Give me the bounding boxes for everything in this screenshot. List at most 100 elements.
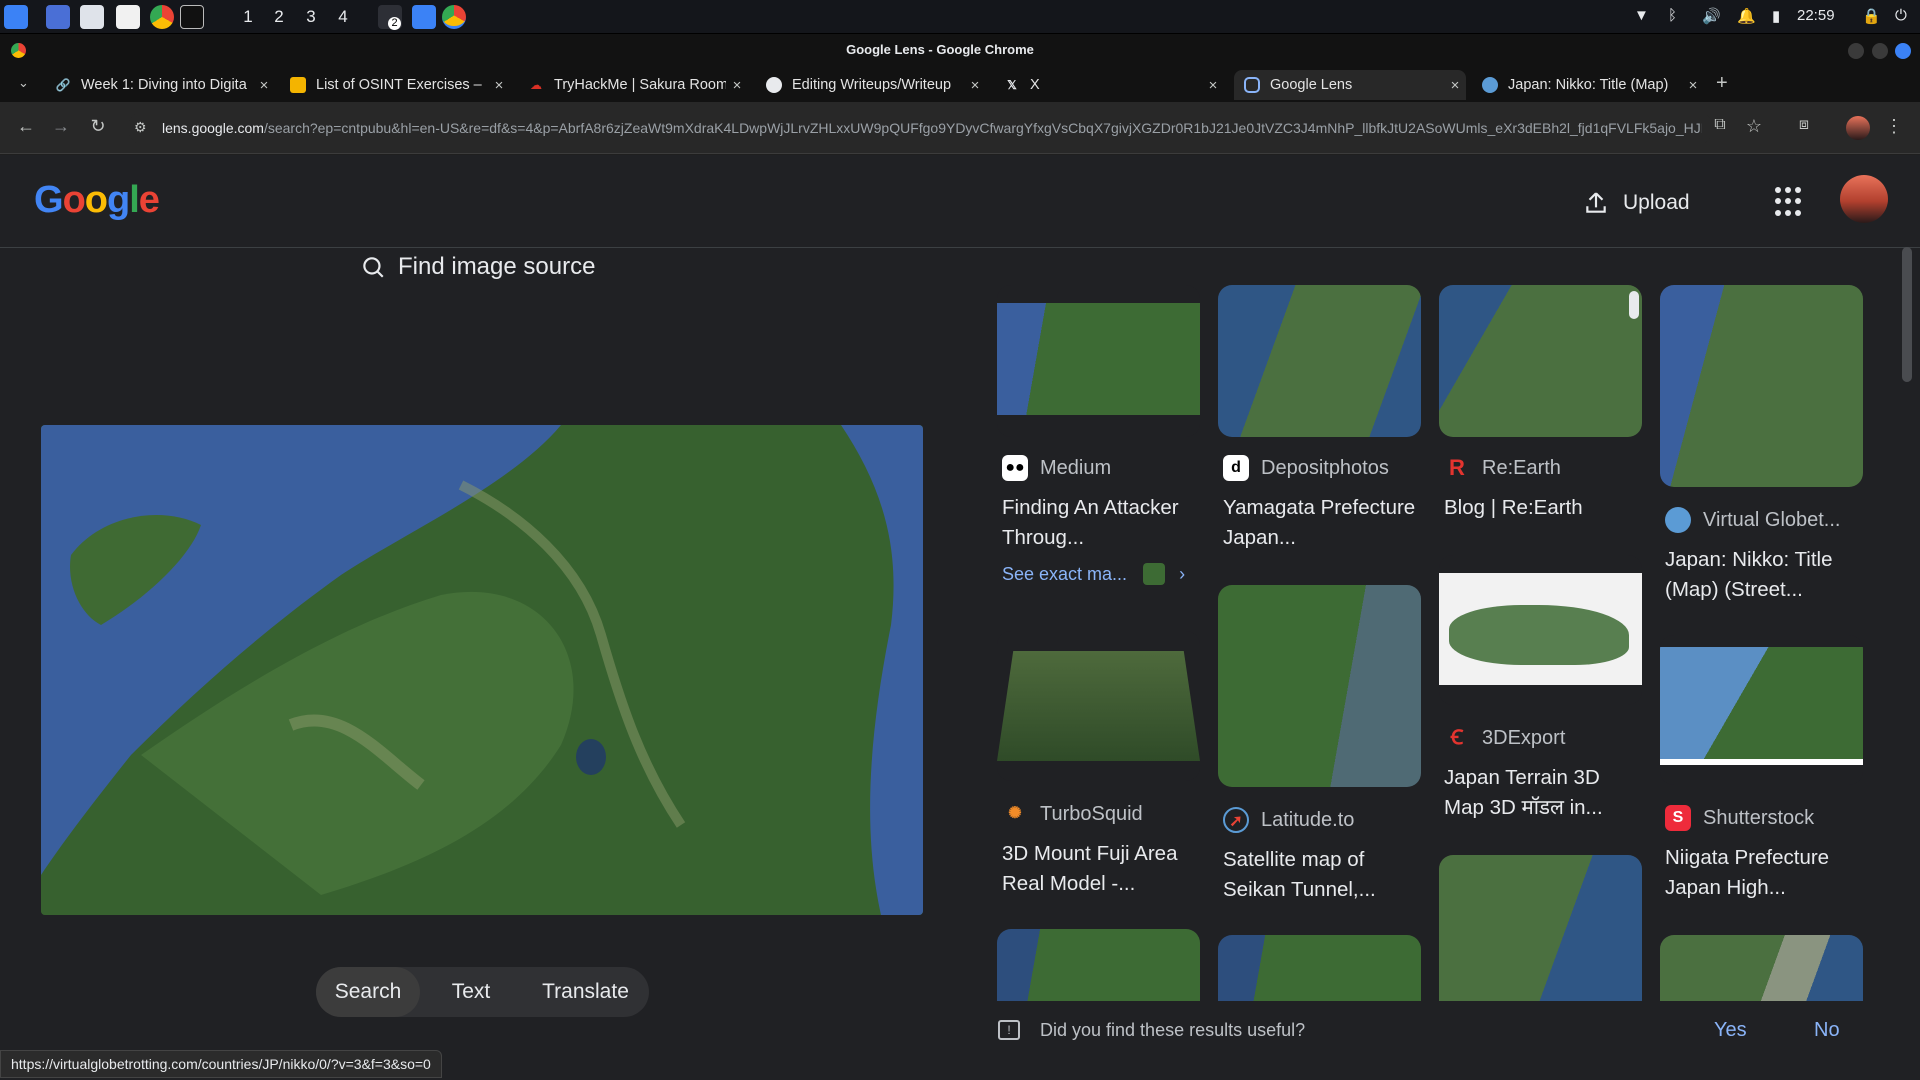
tab-strip: ⌄ 🔗 Week 1: Diving into Digita × List of… — [0, 66, 1920, 102]
result-thumbnail[interactable] — [1660, 935, 1863, 1001]
close-tab-icon[interactable]: × — [1682, 77, 1704, 94]
bluetooth-icon[interactable]: ᛒ — [1668, 7, 1677, 24]
result-source: ●● Medium — [1002, 455, 1111, 481]
result-thumbnail[interactable] — [1660, 635, 1863, 785]
search-mode-button[interactable]: Search — [316, 967, 420, 1017]
workspace-3[interactable]: 3 — [298, 4, 324, 30]
tryhackme-icon: ☁ — [530, 78, 542, 92]
feedback-no-button[interactable]: No — [1814, 1019, 1840, 1042]
see-exact-matches-link[interactable]: See exact ma... › — [1002, 563, 1185, 585]
lens-icon — [1244, 77, 1260, 93]
result-thumbnail[interactable] — [1218, 285, 1421, 437]
results-scrollbar[interactable] — [1900, 247, 1914, 1067]
account-avatar[interactable] — [1840, 175, 1888, 223]
result-source: Virtual Globet... — [1665, 507, 1840, 533]
profile-avatar-icon[interactable] — [1846, 116, 1870, 140]
window-count-badge: 2 — [388, 17, 401, 30]
power-icon[interactable]: ⏻ — [1895, 7, 1907, 24]
extensions-icon[interactable]: ⧈ — [1792, 116, 1816, 134]
find-image-source-button[interactable]: Find image source — [360, 253, 595, 281]
workspace-4[interactable]: 4 — [330, 4, 356, 30]
result-title[interactable]: Finding An Attacker Throug... — [1002, 493, 1202, 553]
workspace-1[interactable]: 1 — [235, 4, 261, 30]
lock-icon[interactable]: 🔒 — [1862, 7, 1881, 25]
github-icon — [766, 77, 782, 93]
chrome-icon[interactable] — [150, 5, 174, 29]
tab-week1[interactable]: 🔗 Week 1: Diving into Digita × — [45, 70, 275, 100]
wifi-icon[interactable]: ▼ — [1634, 7, 1649, 24]
minimize-button[interactable] — [1848, 43, 1864, 59]
close-tab-icon[interactable]: × — [488, 77, 510, 94]
result-thumbnail[interactable] — [1660, 285, 1863, 487]
close-tab-icon[interactable]: × — [1202, 77, 1224, 94]
battery-icon[interactable]: ▮ — [1772, 7, 1780, 25]
feedback-yes-button[interactable]: Yes — [1714, 1019, 1747, 1042]
site-info-icon[interactable]: ⚙ — [134, 119, 147, 136]
reload-button[interactable]: ↻ — [86, 116, 110, 137]
tab-search-chevron-icon[interactable]: ⌄ — [18, 75, 29, 91]
desktop-icon[interactable] — [46, 5, 70, 29]
virtual-globetrotting-icon — [1665, 507, 1691, 533]
google-apps-icon[interactable] — [1775, 187, 1805, 217]
result-thumbnail[interactable] — [1439, 855, 1642, 1001]
result-title[interactable]: Yamagata Prefecture Japan... — [1223, 493, 1423, 553]
result-thumbnail[interactable] — [997, 929, 1200, 1001]
result-thumbnail[interactable] — [1439, 555, 1642, 705]
result-thumbnail[interactable] — [1218, 585, 1421, 787]
translate-mode-button[interactable]: Translate — [522, 967, 649, 1017]
result-title[interactable]: Satellite map of Seikan Tunnel,... — [1223, 845, 1423, 905]
install-app-icon[interactable]: ⧉ — [1708, 116, 1732, 134]
result-title[interactable]: Japan Terrain 3D Map 3D मॉडल in... — [1444, 763, 1644, 823]
turbosquid-icon: ✺ — [1008, 805, 1022, 822]
match-thumbnail-icon — [1143, 563, 1166, 585]
result-thumbnail[interactable] — [1439, 285, 1642, 437]
chrome-task-icon[interactable] — [442, 5, 466, 29]
result-thumbnail[interactable] — [997, 631, 1200, 781]
clock[interactable]: 22:59 — [1797, 7, 1835, 24]
result-title[interactable]: 3D Mount Fuji Area Real Model -... — [1002, 839, 1202, 899]
close-tab-icon[interactable]: × — [253, 77, 275, 94]
tab-google-lens[interactable]: Google Lens × — [1234, 70, 1466, 100]
maximize-button[interactable] — [1872, 43, 1888, 59]
text-editor-icon[interactable] — [116, 5, 140, 29]
link-icon: 🔗 — [55, 78, 71, 92]
close-tab-icon[interactable]: × — [726, 77, 748, 94]
close-tab-icon[interactable]: × — [964, 77, 986, 94]
tab-tryhackme[interactable]: ☁ TryHackMe | Sakura Room × — [518, 70, 748, 100]
result-title[interactable]: Japan: Nikko: Title (Map) (Street... — [1665, 545, 1865, 605]
bookmark-star-icon[interactable]: ☆ — [1742, 116, 1766, 137]
volume-icon[interactable]: 🔊 — [1702, 7, 1721, 25]
close-window-button[interactable] — [1895, 43, 1911, 59]
result-thumbnail[interactable] — [1218, 935, 1421, 1001]
query-image[interactable] — [41, 425, 923, 915]
globe-icon — [1482, 77, 1498, 93]
address-bar[interactable]: ⚙ lens.google.com/search?ep=cntpubu&hl=e… — [128, 110, 1713, 146]
url-text[interactable]: lens.google.com/search?ep=cntpubu&hl=en-… — [162, 120, 1702, 136]
upload-button[interactable]: Upload — [1583, 185, 1690, 221]
result-title[interactable]: Blog | Re:Earth — [1444, 493, 1644, 523]
google-logo[interactable]: Google — [34, 179, 160, 222]
workspace-2[interactable]: 2 — [266, 4, 292, 30]
text-mode-button[interactable]: Text — [420, 967, 522, 1017]
tab-github[interactable]: Editing Writeups/Writeup × — [756, 70, 986, 100]
tab-osint[interactable]: List of OSINT Exercises – × — [280, 70, 510, 100]
notification-bell-icon[interactable]: 🔔 — [1737, 7, 1756, 25]
chrome-menu-icon[interactable]: ⋮ — [1882, 116, 1906, 137]
find-source-label: Find image source — [398, 253, 596, 280]
new-tab-button[interactable]: + — [1716, 72, 1728, 95]
scrollbar-thumb[interactable] — [1902, 247, 1912, 382]
window-title: Google Lens - Google Chrome — [846, 42, 1034, 57]
tab-label: Google Lens — [1270, 77, 1353, 93]
terminal-icon[interactable] — [180, 5, 204, 29]
app-menu-icon[interactable] — [4, 5, 28, 29]
file-manager-icon[interactable] — [80, 5, 104, 29]
result-thumbnail[interactable] — [997, 285, 1200, 437]
back-button[interactable]: ← — [14, 116, 38, 137]
tab-x[interactable]: 𝕏 X × — [994, 70, 1224, 100]
result-title[interactable]: Niigata Prefecture Japan High... — [1665, 843, 1865, 903]
tab-label: Week 1: Diving into Digita — [81, 77, 247, 93]
close-tab-icon[interactable]: × — [1444, 77, 1466, 94]
forward-button[interactable]: → — [49, 116, 73, 137]
task-icon[interactable] — [412, 5, 436, 29]
tab-japan-nikko[interactable]: Japan: Nikko: Title (Map) × — [1472, 70, 1704, 100]
